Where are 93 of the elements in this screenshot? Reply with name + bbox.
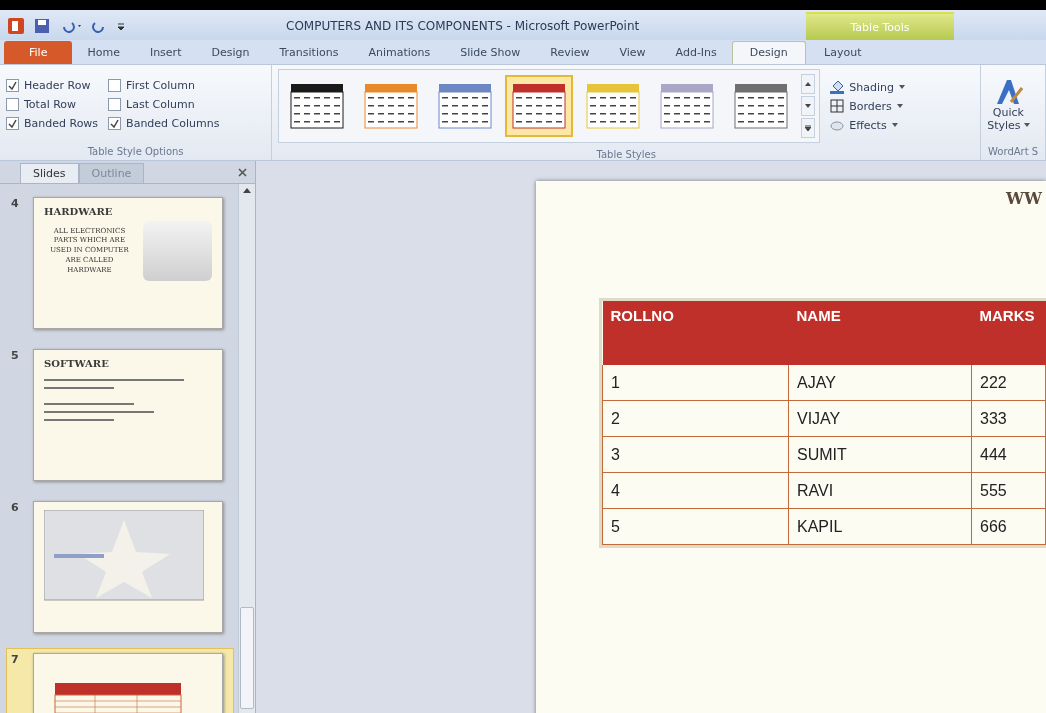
group-label: Table Style Options [86, 145, 185, 159]
checkbox-label: Banded Rows [24, 117, 99, 130]
table-cell: 4 [602, 472, 789, 509]
caret-up-icon[interactable] [243, 188, 251, 193]
checkbox-label: Banded Columns [126, 117, 220, 130]
table-style-drawing [660, 83, 715, 129]
photo-placeholder [142, 221, 212, 281]
table-cell: KAPIL [788, 508, 972, 545]
ribbon-tab[interactable]: Insert [134, 41, 197, 64]
ribbon-tab[interactable]: Layout [805, 41, 880, 64]
ribbon-tab[interactable]: View [604, 41, 661, 64]
group-label: WordArt S [987, 145, 1040, 159]
checkbox[interactable] [108, 79, 122, 92]
slide-number: 5 [11, 349, 20, 364]
table-cell: 555 [971, 472, 1046, 509]
ribbon-command-button[interactable]: Shading [830, 80, 905, 94]
save-icon[interactable] [34, 18, 50, 34]
file-tab[interactable]: File [4, 41, 73, 64]
checkbox-label: Header Row [24, 79, 91, 92]
window-title: COMPUTERS AND ITS COMPONENTS - Microsoft PowerPoint [286, 18, 641, 35]
table-style-drawing [290, 83, 345, 129]
checkbox[interactable] [6, 79, 19, 92]
table-cell: RAVI [788, 472, 972, 509]
undo-icon[interactable] [60, 19, 82, 33]
table-tools-header: Table Tools [806, 12, 954, 40]
scroll-down-button[interactable] [801, 96, 816, 116]
ribbon-tab[interactable]: Design [731, 41, 806, 64]
table-style-drawing [734, 83, 789, 129]
table-cell: 1 [602, 365, 789, 401]
slide-thumbnail[interactable] [33, 501, 223, 633]
slide-thumbnail-row[interactable]: 5 SOFTWARE [6, 344, 234, 486]
ribbon-command-button[interactable]: Effects [830, 118, 905, 132]
table-cell: 5 [602, 508, 789, 545]
close-icon[interactable] [238, 167, 247, 177]
redo-icon[interactable] [92, 19, 106, 33]
table-style-drawing [512, 83, 567, 129]
caret-down-icon [898, 85, 905, 89]
checkbox-label: Total Row [24, 98, 77, 111]
checkbox[interactable] [6, 98, 19, 111]
group-label: Table Styles [595, 148, 657, 160]
slide-corner-text: WW [1006, 189, 1044, 208]
caret-up-icon [805, 82, 812, 86]
app-logo-icon [8, 18, 24, 34]
gallery-more-button[interactable] [801, 118, 816, 138]
table-cell: 3 [602, 436, 789, 473]
borders-icon [830, 99, 845, 113]
table-style-option[interactable] [505, 75, 574, 137]
table-style-drawing [364, 83, 419, 129]
ribbon-tab[interactable]: Review [535, 41, 605, 64]
caret-down-icon [805, 104, 812, 108]
slide-thumbnail-row[interactable]: 6 [6, 496, 234, 638]
slide-thumbnail-title: HARDWARE [44, 206, 114, 217]
scroll-up-button[interactable] [801, 74, 816, 94]
more-icon [805, 125, 812, 131]
slide-number: 7 [11, 653, 20, 668]
quick-styles-button[interactable]: Quick Styles [987, 77, 1030, 132]
effects-icon [830, 118, 845, 132]
table-cell: VIJAY [788, 400, 972, 437]
caret-down-icon [896, 104, 903, 108]
table-cell: SUMIT [788, 436, 972, 473]
table-cell: 222 [971, 365, 1046, 401]
table-cell: 333 [971, 400, 1046, 437]
slide-thumbnail-row[interactable]: 7 [6, 648, 234, 713]
slide-thumbnail-title: SOFTWARE [44, 358, 110, 369]
table-header-cell: ROLLNO [602, 301, 789, 365]
scrollbar-thumb[interactable] [240, 607, 254, 709]
table-cell: AJAY [788, 365, 972, 401]
table-header-cell: MARKS [971, 301, 1046, 365]
checkbox[interactable] [108, 117, 122, 130]
ribbon-tab[interactable]: Animations [353, 41, 446, 64]
table-style-drawing [586, 83, 641, 129]
slide-number: 4 [11, 197, 20, 212]
table-cell: 666 [971, 508, 1046, 545]
checkbox-label: First Column [126, 79, 195, 92]
checkbox-label: Last Column [126, 98, 195, 111]
checkbox[interactable] [108, 98, 122, 111]
pane-tab[interactable]: Slides [20, 163, 79, 183]
ribbon-tab[interactable]: Slide Show [445, 41, 536, 64]
ribbon-tab[interactable]: Add-Ins [660, 41, 732, 64]
table-header-cell: NAME [788, 301, 972, 365]
table-cell: 444 [971, 436, 1046, 473]
ribbon-tab[interactable]: Design [196, 41, 265, 64]
caret-down-icon [891, 123, 898, 127]
slide-number: 6 [11, 501, 20, 516]
paint-bucket-icon [830, 80, 845, 94]
slide-thumbnail[interactable]: SOFTWARE [33, 349, 223, 481]
ribbon-tab[interactable]: Home [72, 41, 135, 64]
table-cell: 2 [602, 400, 789, 437]
ribbon-tab[interactable]: Transitions [264, 41, 354, 64]
caret-down-icon [1023, 123, 1030, 127]
checkbox[interactable] [6, 117, 19, 130]
ribbon-command-button[interactable]: Borders [830, 99, 905, 113]
table-style-drawing [438, 83, 493, 129]
